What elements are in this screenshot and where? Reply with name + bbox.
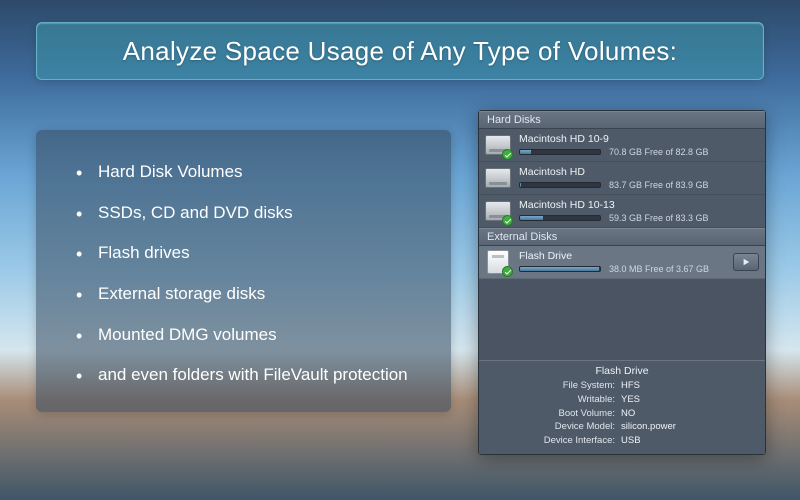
detail-row: Boot Volume: NO xyxy=(479,407,765,421)
detail-value: USB xyxy=(621,434,641,448)
usage-bar xyxy=(519,266,601,272)
page-title: Analyze Space Usage of Any Type of Volum… xyxy=(123,36,677,67)
detail-label: Device Model: xyxy=(479,420,621,434)
list-item: Mounted DMG volumes xyxy=(76,323,423,348)
disk-row[interactable]: Macintosh HD 10-13 59.3 GB Free of 83.3 … xyxy=(479,195,765,228)
detail-label: Device Interface: xyxy=(479,434,621,448)
list-item: Flash drives xyxy=(76,241,423,266)
title-banner: Analyze Space Usage of Any Type of Volum… xyxy=(36,22,764,80)
disk-row[interactable]: Flash Drive 38.0 MB Free of 3.67 GB xyxy=(479,246,765,279)
detail-label: Boot Volume: xyxy=(479,407,621,421)
free-space-text: 59.3 GB Free of 83.3 GB xyxy=(609,213,709,223)
detail-row: File System: HFS xyxy=(479,379,765,393)
detail-value: NO xyxy=(621,407,635,421)
hard-disk-icon xyxy=(485,198,511,224)
usage-bar xyxy=(519,215,601,221)
disk-row[interactable]: Macintosh HD 10-9 70.8 GB Free of 82.8 G… xyxy=(479,129,765,162)
check-badge-icon xyxy=(502,149,513,160)
disk-name: Macintosh HD 10-9 xyxy=(519,133,759,145)
feature-list: Hard Disk Volumes SSDs, CD and DVD disks… xyxy=(76,160,423,388)
detail-label: Writable: xyxy=(479,393,621,407)
empty-area xyxy=(479,279,765,360)
section-header-hard-disks: Hard Disks xyxy=(479,111,765,129)
feature-panel: Hard Disk Volumes SSDs, CD and DVD disks… xyxy=(36,130,451,412)
disk-name: Flash Drive xyxy=(519,250,721,262)
list-item: and even folders with FileVault protecti… xyxy=(76,363,423,388)
play-icon xyxy=(742,258,750,266)
disk-row[interactable]: Macintosh HD 83.7 GB Free of 83.9 GB xyxy=(479,162,765,195)
section-header-external-disks: External Disks xyxy=(479,228,765,246)
detail-value: YES xyxy=(621,393,640,407)
list-item: SSDs, CD and DVD disks xyxy=(76,201,423,226)
analyze-button[interactable] xyxy=(733,253,759,271)
external-disk-icon xyxy=(485,249,511,275)
free-space-text: 70.8 GB Free of 82.8 GB xyxy=(609,147,709,157)
free-space-text: 83.7 GB Free of 83.9 GB xyxy=(609,180,709,190)
detail-value: HFS xyxy=(621,379,640,393)
disk-info: Macintosh HD 10-9 70.8 GB Free of 82.8 G… xyxy=(519,133,759,157)
detail-row: Device Interface: USB xyxy=(479,434,765,448)
hard-disk-icon xyxy=(485,165,511,191)
disk-info: Macintosh HD 83.7 GB Free of 83.9 GB xyxy=(519,166,759,190)
list-item: Hard Disk Volumes xyxy=(76,160,423,185)
list-item: External storage disks xyxy=(76,282,423,307)
disk-name: Macintosh HD xyxy=(519,166,759,178)
check-badge-icon xyxy=(502,215,513,226)
disk-name: Macintosh HD 10-13 xyxy=(519,199,759,211)
disk-info: Flash Drive 38.0 MB Free of 3.67 GB xyxy=(519,250,721,274)
disk-panel: Hard Disks Macintosh HD 10-9 70.8 GB Fre… xyxy=(478,110,766,455)
detail-row: Device Model: silicon.power xyxy=(479,420,765,434)
detail-value: silicon.power xyxy=(621,420,676,434)
hard-disk-icon xyxy=(485,132,511,158)
usage-bar xyxy=(519,182,601,188)
free-space-text: 38.0 MB Free of 3.67 GB xyxy=(609,264,709,274)
detail-row: Writable: YES xyxy=(479,393,765,407)
detail-label: File System: xyxy=(479,379,621,393)
disk-details: Flash Drive File System: HFS Writable: Y… xyxy=(479,360,765,454)
disk-info: Macintosh HD 10-13 59.3 GB Free of 83.3 … xyxy=(519,199,759,223)
check-badge-icon xyxy=(502,266,513,277)
details-title: Flash Drive xyxy=(479,365,765,377)
usage-bar xyxy=(519,149,601,155)
